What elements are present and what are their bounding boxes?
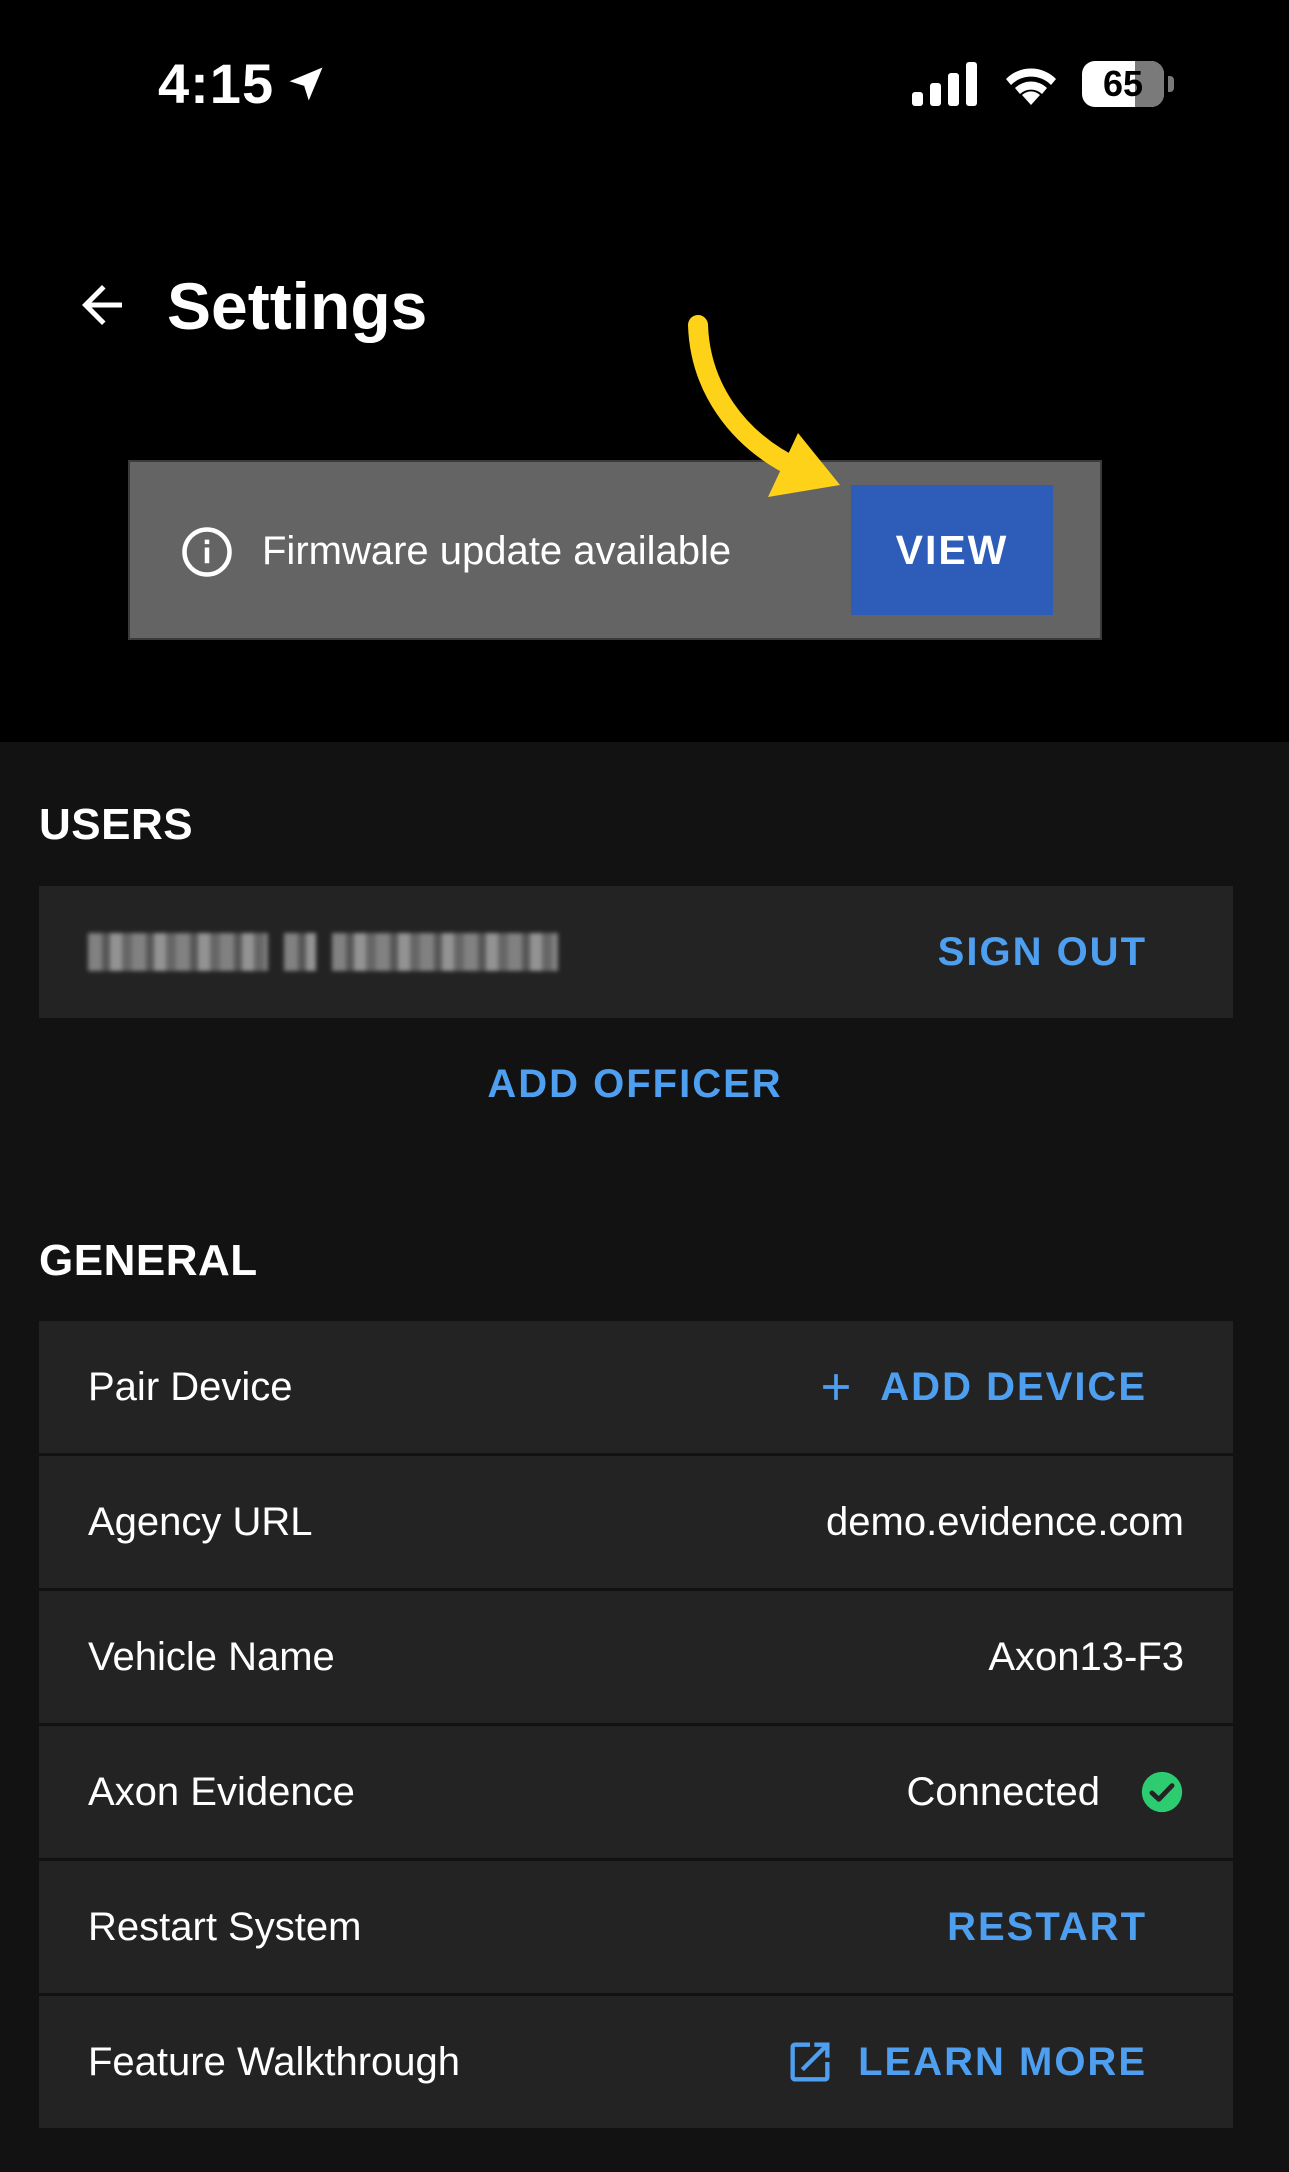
status-bar-indicators: 65 bbox=[912, 56, 1174, 112]
wifi-icon bbox=[1006, 68, 1056, 105]
arrow-left-icon bbox=[82, 285, 122, 325]
info-icon bbox=[182, 527, 232, 577]
pair-device-label: Pair Device bbox=[88, 1365, 293, 1409]
restart-system-row: Restart System RESTART bbox=[39, 1861, 1233, 1993]
axon-evidence-label: Axon Evidence bbox=[88, 1770, 355, 1814]
current-user-row: SIGN OUT bbox=[39, 886, 1233, 1018]
plus-icon bbox=[823, 1374, 850, 1400]
status-time-text: 4:15 bbox=[158, 52, 275, 115]
yellow-arrow-annotation bbox=[688, 315, 840, 497]
agency-url-value: demo.evidence.com bbox=[826, 1500, 1184, 1544]
external-link-icon bbox=[790, 2042, 830, 2082]
add-officer-button[interactable]: ADD OFFICER bbox=[0, 1058, 1270, 1110]
feature-walkthrough-row: Feature Walkthrough LEARN MORE bbox=[39, 1996, 1233, 2128]
check-circle-icon bbox=[1141, 1771, 1183, 1813]
restart-button[interactable]: RESTART bbox=[947, 1861, 1147, 1993]
vehicle-name-row: Vehicle Name Axon13-F3 bbox=[39, 1591, 1233, 1723]
page-title: Settings bbox=[167, 269, 428, 343]
cellular-signal-icon bbox=[912, 62, 977, 106]
agency-url-label: Agency URL bbox=[88, 1500, 313, 1544]
back-button[interactable] bbox=[62, 265, 142, 345]
axon-evidence-row: Axon Evidence Connected bbox=[39, 1726, 1233, 1858]
battery-level-text: 65 bbox=[1102, 63, 1144, 104]
banner-message: Firmware update available bbox=[262, 529, 732, 573]
vehicle-name-label: Vehicle Name bbox=[88, 1635, 335, 1679]
axon-evidence-value: Connected bbox=[906, 1769, 1100, 1814]
restart-system-label: Restart System bbox=[88, 1905, 362, 1949]
learn-more-label: LEARN MORE bbox=[858, 2039, 1147, 2084]
restart-label: RESTART bbox=[947, 1904, 1147, 1949]
general-section-title: GENERAL bbox=[39, 1236, 258, 1285]
add-device-button[interactable]: ADD DEVICE bbox=[814, 1321, 1147, 1453]
add-device-label: ADD DEVICE bbox=[880, 1364, 1147, 1409]
location-arrow-icon bbox=[289, 67, 323, 101]
agency-url-row: Agency URL demo.evidence.com bbox=[39, 1456, 1233, 1588]
users-section-title: USERS bbox=[39, 800, 194, 849]
feature-walkthrough-label: Feature Walkthrough bbox=[88, 2040, 461, 2084]
axon-evidence-status: Connected bbox=[907, 1726, 1184, 1858]
sign-out-button[interactable]: SIGN OUT bbox=[938, 886, 1147, 1018]
vehicle-name-value: Axon13-F3 bbox=[988, 1635, 1184, 1679]
blurred-user-name bbox=[88, 930, 558, 974]
status-bar-time: 4:15 bbox=[158, 52, 328, 116]
learn-more-button[interactable]: LEARN MORE bbox=[784, 1996, 1147, 2128]
pair-device-row: Pair Device ADD DEVICE bbox=[39, 1321, 1233, 1453]
view-button[interactable]: VIEW bbox=[851, 485, 1053, 615]
battery-icon: 65 bbox=[1082, 61, 1174, 107]
sign-out-label: SIGN OUT bbox=[937, 929, 1147, 974]
